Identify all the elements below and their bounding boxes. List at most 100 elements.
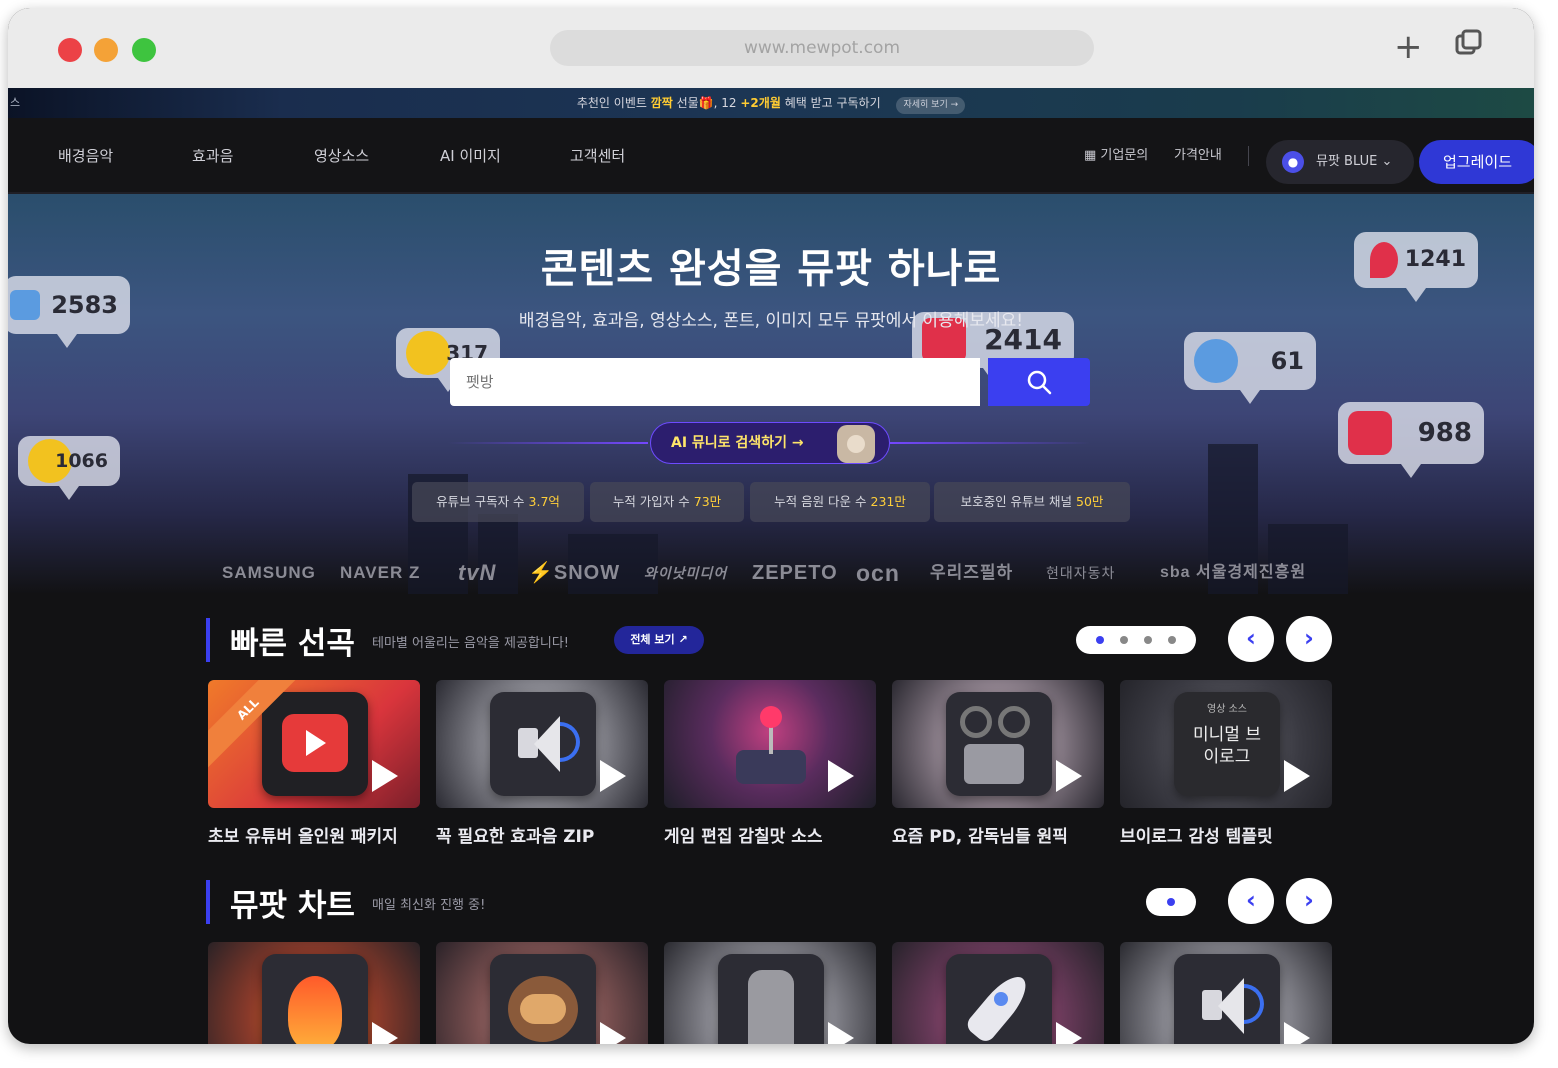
user-avatar-icon: ● (1282, 151, 1304, 173)
play-button-icon[interactable] (1284, 1022, 1310, 1044)
section-accent-bar (206, 880, 210, 924)
section-subtitle: 테마별 어울리는 음악을 제공합니다! (372, 636, 570, 651)
card-title[interactable]: 꼭 필요한 효과음 ZIP (436, 822, 594, 847)
bubble-count: 61 (1270, 347, 1304, 375)
partner-logo: tvN (458, 560, 497, 585)
tabs-overview-icon[interactable] (1454, 28, 1484, 66)
partner-logos: SAMSUNG NAVER Z tvN ⚡SNOW 와이낫미디어 ZEPETO … (8, 548, 1534, 598)
smile-emoji-icon (406, 331, 450, 375)
search-button[interactable] (988, 358, 1090, 406)
partner-logo: 와이낫미디어 (644, 565, 728, 581)
upgrade-button[interactable]: 업그레이드 (1419, 140, 1534, 184)
new-tab-icon[interactable]: + (1394, 28, 1423, 66)
chevron-left-icon: ‹ (1246, 624, 1256, 652)
hero-title: 콘텐츠 완성을 뮤팟 하나로 (540, 246, 1002, 292)
chart-card[interactable] (208, 942, 420, 1044)
camera-bubble: 988 (1338, 402, 1484, 478)
business-inquiry-link[interactable]: ▦ 기업문의 (1084, 118, 1148, 194)
play-button-icon[interactable] (1284, 760, 1310, 792)
address-bar[interactable]: www.mewpot.com (550, 30, 1094, 66)
play-button-icon[interactable] (828, 1022, 854, 1044)
play-icon (262, 692, 368, 796)
card-tag: 영상 소스 (1207, 704, 1247, 715)
emoji-bubble: 1066 (18, 436, 120, 500)
close-window-button[interactable] (58, 38, 82, 62)
browser-window: www.mewpot.com + 스 추천인 이벤트 깜짝 선물🎁, 12 +2… (8, 8, 1534, 1044)
nav-item-sfx[interactable]: 효과음 (192, 118, 233, 194)
stat-downloads: 누적 음원 다운 수 231만 (750, 482, 930, 522)
card-title[interactable]: 초보 유튜버 올인원 패키지 (208, 822, 398, 847)
nav-item-support[interactable]: 고객센터 (570, 118, 625, 194)
page-dot-active[interactable] (1167, 898, 1175, 906)
carousel-pagination (1076, 626, 1196, 654)
play-button-icon[interactable] (372, 760, 398, 792)
moai-icon (718, 954, 824, 1044)
ai-search-label: AI 뮤니로 검색하기 → (671, 435, 804, 451)
play-button-icon[interactable] (828, 760, 854, 792)
card-inner-text: 미니멀 브이로그 (1193, 725, 1261, 767)
decor-line (890, 442, 1090, 444)
promo-text-1: 추천인 이벤트 (576, 96, 651, 110)
play-button-icon[interactable] (1056, 1022, 1082, 1044)
chart-card[interactable] (892, 942, 1104, 1044)
chevron-left-icon: ‹ (1246, 886, 1256, 914)
playlist-card[interactable] (892, 680, 1104, 808)
section-title: 뮤팟 차트 (230, 888, 355, 924)
prev-arrow-button[interactable]: ‹ (1228, 616, 1274, 662)
stat-value: 231만 (870, 494, 906, 509)
partner-logo: ocn (856, 560, 900, 586)
play-button-icon[interactable] (600, 760, 626, 792)
play-button-icon[interactable] (600, 1022, 626, 1044)
page-dot[interactable] (1168, 636, 1176, 644)
chart-card[interactable] (436, 942, 648, 1044)
minimize-window-button[interactable] (94, 38, 118, 62)
promo-text-2: 선물🎁, 12 (672, 96, 741, 110)
next-arrow-button[interactable]: › (1286, 878, 1332, 924)
nav-item-bgm[interactable]: 배경음악 (58, 118, 113, 194)
nav-item-ai-image[interactable]: AI 이미지 (440, 118, 501, 194)
decor-line (448, 442, 648, 444)
text-card-icon: 영상 소스 미니멀 브이로그 (1174, 692, 1280, 796)
search-input[interactable] (450, 358, 980, 406)
promo-banner[interactable]: 스 추천인 이벤트 깜짝 선물🎁, 12 +2개월 혜택 받고 구독하기 자세히… (8, 88, 1534, 118)
partner-logo: ZEPETO (752, 562, 838, 584)
business-inquiry-label: 기업문의 (1100, 148, 1149, 163)
ai-search-button[interactable]: AI 뮤니로 검색하기 → (650, 422, 890, 464)
next-arrow-button[interactable]: › (1286, 616, 1332, 662)
playlist-card[interactable]: ALL (208, 680, 420, 808)
partner-logo: ⚡SNOW (528, 562, 621, 584)
prev-arrow-button[interactable]: ‹ (1228, 878, 1274, 924)
main-navbar: 배경음악 효과음 영상소스 AI 이미지 고객센터 ▦ 기업문의 가격안내 ● … (8, 118, 1534, 194)
promo-more-link[interactable]: 자세히 보기 → (896, 97, 966, 114)
chart-card[interactable] (1120, 942, 1332, 1044)
chevron-right-icon: › (1304, 624, 1314, 652)
card-title[interactable]: 브이로그 감성 템플릿 (1120, 822, 1273, 847)
hero-subtitle: 배경음악, 효과음, 영상소스, 폰트, 이미지 모두 뮤팟에서 이용해보세요! (518, 311, 1024, 331)
view-all-button[interactable]: 전체 보기 ↗ (614, 626, 704, 654)
play-button-icon[interactable] (372, 1022, 398, 1044)
camera-icon (1348, 411, 1392, 455)
chevron-right-icon: › (1304, 886, 1314, 914)
nav-divider (1248, 146, 1249, 166)
pricing-link[interactable]: 가격안내 (1174, 118, 1222, 194)
building-icon: ▦ (1084, 148, 1101, 163)
nav-item-video[interactable]: 영상소스 (314, 118, 369, 194)
playlist-card[interactable] (664, 680, 876, 808)
monkey-icon (490, 954, 596, 1044)
stat-label: 유튜브 구독자 수 (436, 494, 529, 509)
page-dot-active[interactable] (1096, 636, 1104, 644)
card-title[interactable]: 게임 편집 감칠맛 소스 (664, 822, 823, 847)
card-title[interactable]: 요즘 PD, 감독님들 원픽 (892, 822, 1068, 847)
account-menu[interactable]: ● 뮤팟 BLUE ⌄ (1266, 140, 1414, 184)
partner-logo: 우리즈필하 (930, 563, 1014, 582)
chart-card[interactable] (664, 942, 876, 1044)
play-button-icon[interactable] (1056, 760, 1082, 792)
playlist-card[interactable]: 영상 소스 미니멀 브이로그 (1120, 680, 1332, 808)
stat-protected-channels: 보호중인 유튜브 채널 50만 (934, 482, 1130, 522)
hero-section: 2583 317 2414 1241 61 1066 988 콘텐츠 완성을 뮤… (8, 194, 1534, 594)
partner-logo: SAMSUNG (222, 563, 316, 582)
page-dot[interactable] (1120, 636, 1128, 644)
playlist-card[interactable] (436, 680, 648, 808)
maximize-window-button[interactable] (132, 38, 156, 62)
page-dot[interactable] (1144, 636, 1152, 644)
